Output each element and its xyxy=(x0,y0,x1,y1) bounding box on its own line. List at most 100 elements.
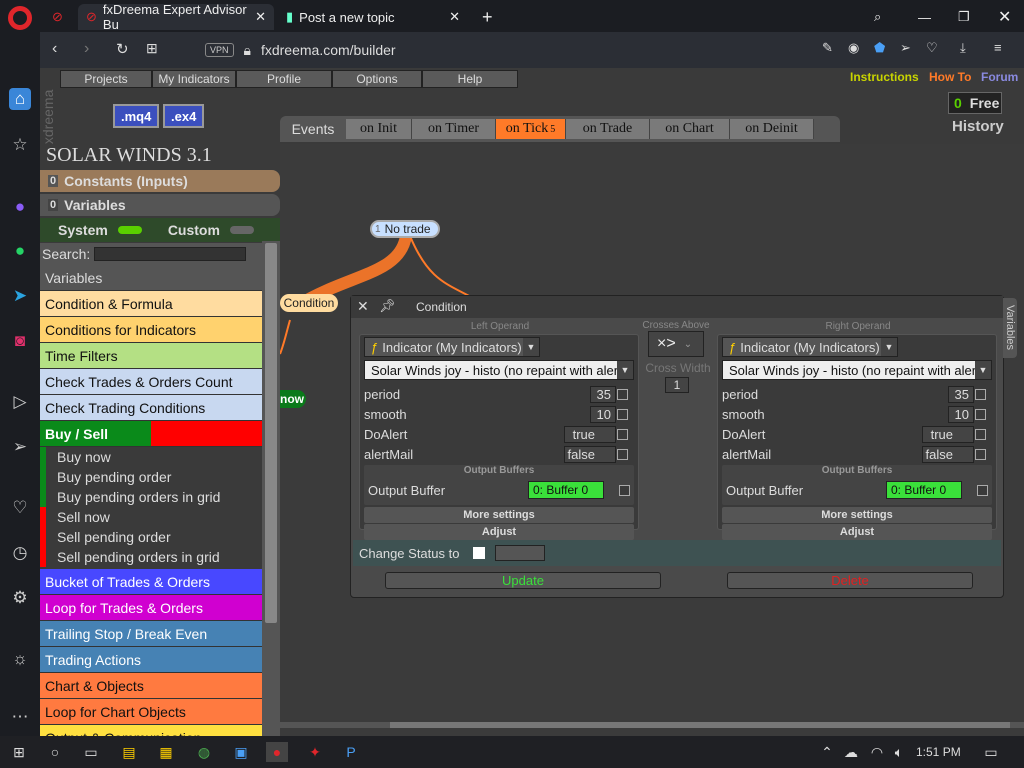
status-select[interactable] xyxy=(495,545,546,561)
forward-icon[interactable]: › xyxy=(84,40,89,58)
checkbox[interactable] xyxy=(977,485,988,496)
subcategory-item[interactable]: Sell pending orders in grid xyxy=(40,547,262,567)
tab-fxdreema[interactable]: ⊘ fxDreema Expert Advisor Bu ✕ xyxy=(78,2,274,32)
category-buy-sell[interactable]: Buy / Sell xyxy=(40,421,262,447)
checkbox[interactable] xyxy=(617,448,628,460)
plan-badge[interactable]: 0 Free xyxy=(948,92,1002,114)
category-item[interactable]: Loop for Trades & Orders xyxy=(40,595,262,621)
player-icon[interactable]: ▷ xyxy=(9,391,31,413)
link-instructions[interactable]: Instructions xyxy=(850,70,919,84)
block-buy-now[interactable]: now xyxy=(280,390,306,408)
operator-select[interactable]: ×> ⌄ xyxy=(648,331,704,357)
export-mq4-button[interactable]: .mq4 xyxy=(113,104,160,128)
back-icon[interactable]: ‹ xyxy=(52,40,57,58)
category-item[interactable]: Variables xyxy=(40,265,262,291)
link-forum[interactable]: Forum xyxy=(981,70,1018,84)
block-no-trade[interactable]: 1 No trade xyxy=(370,220,440,238)
category-item[interactable]: Time Filters xyxy=(40,343,262,369)
right-adjust[interactable]: Adjust xyxy=(722,524,992,540)
system-toggle[interactable] xyxy=(117,226,142,234)
instagram-icon[interactable]: ◙ xyxy=(9,330,31,352)
cross-width-input[interactable]: 1 xyxy=(665,377,689,393)
pin-icon[interactable]: 📌︎ xyxy=(379,298,396,314)
camera-icon[interactable]: ◉ xyxy=(848,40,859,56)
volume-icon[interactable]: 🔈︎ xyxy=(888,742,910,762)
checkbox[interactable] xyxy=(975,448,986,460)
left-adjust[interactable]: Adjust xyxy=(364,524,634,540)
tiles-icon[interactable]: ⊞ xyxy=(146,40,158,57)
variables-side-tab[interactable]: Variables xyxy=(1003,298,1017,358)
heart-icon[interactable]: ♡ xyxy=(926,40,938,56)
opera-taskbar-icon[interactable]: ● xyxy=(266,742,288,762)
category-item[interactable]: Bucket of Trades & Orders xyxy=(40,569,262,595)
right-type-select[interactable]: ƒ Indicator (My Indicators) ▼ xyxy=(722,337,898,357)
more-icon[interactable]: ⋯ xyxy=(9,706,31,728)
close-tab-icon[interactable]: ✕ xyxy=(255,9,266,25)
checkbox[interactable] xyxy=(617,428,628,440)
clock[interactable]: 1:51 PM xyxy=(916,745,961,759)
category-item[interactable]: Check Trades & Orders Count xyxy=(40,369,262,395)
tab-on-chart[interactable]: on Chart xyxy=(650,119,730,139)
canvas-scroll-thumb[interactable] xyxy=(390,722,1010,728)
category-item[interactable]: Conditions for Indicators xyxy=(40,317,262,343)
search-tabs-icon[interactable]: ⌕ xyxy=(866,4,896,30)
link-how-to[interactable]: How To xyxy=(929,70,971,84)
canvas-scrollbar[interactable] xyxy=(280,722,1024,728)
cloud-icon[interactable]: ☁ xyxy=(840,742,862,762)
right-indicator-select[interactable]: Solar Winds joy - histo (no repaint with… xyxy=(722,360,992,380)
update-button[interactable]: Update xyxy=(385,572,661,589)
minimize-icon[interactable]: — xyxy=(910,4,940,30)
category-item[interactable]: Chart & Objects xyxy=(40,673,262,699)
left-buffer-select[interactable]: 0: Buffer 0 xyxy=(528,481,604,499)
subcategory-item[interactable]: Buy pending order xyxy=(40,467,262,487)
speed-dial-icon[interactable]: ⊘ xyxy=(44,4,76,30)
category-item[interactable]: Trading Actions xyxy=(40,647,262,673)
restore-icon[interactable]: ❐ xyxy=(950,4,980,30)
checkbox[interactable] xyxy=(975,388,986,400)
tab-on-init[interactable]: on Init xyxy=(346,119,412,139)
block-condition[interactable]: Condition xyxy=(280,294,338,312)
category-item[interactable]: Output & Communication xyxy=(40,725,262,736)
tray-chevron-icon[interactable]: ⌃ xyxy=(816,742,838,762)
history-icon[interactable]: ◷ xyxy=(9,542,31,564)
right-more-settings[interactable]: More settings xyxy=(722,507,992,523)
close-tab-icon[interactable]: ✕ xyxy=(449,9,460,25)
reload-icon[interactable]: ↻ xyxy=(116,40,129,58)
heart-icon[interactable]: ♡ xyxy=(9,497,31,519)
tab-on-timer[interactable]: on Timer xyxy=(412,119,496,139)
wifi-icon[interactable]: ◠ xyxy=(866,742,888,762)
url-field[interactable]: VPN 🔒︎ fxdreema.com/builder xyxy=(205,36,775,64)
category-item[interactable]: Loop for Chart Objects xyxy=(40,699,262,725)
task-view-icon[interactable]: ▭ xyxy=(80,742,102,762)
outlook-icon[interactable]: ▣ xyxy=(230,742,252,762)
home-icon[interactable]: ⌂ xyxy=(9,88,31,110)
star-icon[interactable]: ☆ xyxy=(9,134,31,156)
menu-help[interactable]: Help xyxy=(422,70,518,88)
file-explorer-icon[interactable]: ▦ xyxy=(155,742,177,762)
menu-projects[interactable]: Projects xyxy=(60,70,152,88)
windows-start-icon[interactable]: ⊞ xyxy=(8,742,30,762)
checkbox[interactable] xyxy=(975,428,986,440)
tab-on-trade[interactable]: on Trade xyxy=(566,119,650,139)
close-dialog-icon[interactable]: ✕ xyxy=(357,298,369,315)
category-item[interactable]: Condition & Formula xyxy=(40,291,262,317)
checkbox[interactable] xyxy=(617,388,628,400)
notifications-icon[interactable]: ▭ xyxy=(980,742,1002,762)
left-indicator-select[interactable]: Solar Winds joy - histo (no repaint with… xyxy=(364,360,634,380)
checkbox[interactable] xyxy=(619,485,630,496)
subcategory-item[interactable]: Sell now xyxy=(40,507,262,527)
window-close-icon[interactable]: ✕ xyxy=(990,4,1020,30)
vpn-badge[interactable]: VPN xyxy=(205,43,234,57)
new-tab-icon[interactable]: + xyxy=(474,4,502,30)
subcategory-item[interactable]: Sell pending order xyxy=(40,527,262,547)
left-more-settings[interactable]: More settings xyxy=(364,507,634,523)
subcategory-item[interactable]: Buy now xyxy=(40,447,262,467)
history-link[interactable]: History xyxy=(952,118,1004,135)
subcategory-item[interactable]: Buy pending orders in grid xyxy=(40,487,262,507)
telegram-icon[interactable]: ➤ xyxy=(9,285,31,307)
left-type-select[interactable]: ƒ Indicator (My Indicators) ▼ xyxy=(364,337,540,357)
settings-icon[interactable]: ⚙ xyxy=(9,587,31,609)
delete-button[interactable]: Delete xyxy=(727,572,973,589)
search-input[interactable] xyxy=(94,247,247,261)
app-p-icon[interactable]: P xyxy=(340,742,362,762)
